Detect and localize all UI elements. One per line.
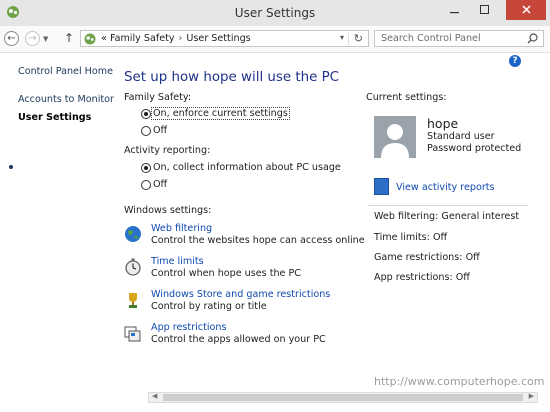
breadcrumb-separator: ›: [178, 33, 183, 44]
sidebar-item-control-panel-home[interactable]: Control Panel Home: [18, 66, 113, 77]
close-button[interactable]: [506, 0, 546, 20]
family-safety-off-radio[interactable]: [141, 126, 151, 136]
user-password-status: Password protected: [427, 143, 522, 154]
summary-web-filtering: Web filtering: General interest: [374, 211, 519, 222]
forward-button[interactable]: →: [25, 31, 40, 46]
view-activity-reports-link[interactable]: View activity reports: [396, 182, 495, 193]
sidebar-item-accounts-to-monitor[interactable]: Accounts to Monitor: [18, 94, 114, 105]
search-placeholder: Search Control Panel: [381, 33, 481, 44]
breadcrumb-user-settings[interactable]: User Settings: [186, 33, 250, 44]
search-icon[interactable]: [527, 33, 538, 44]
user-account-type: Standard user: [427, 131, 495, 142]
current-page-bullet: [9, 165, 13, 169]
summary-time-limits-label: Time limits:: [374, 232, 430, 243]
title-bar: User Settings: [0, 0, 550, 27]
summary-game-restrictions-value: Off: [465, 252, 480, 263]
summary-time-limits: Time limits: Off: [374, 232, 447, 243]
user-avatar: [374, 116, 416, 158]
help-icon[interactable]: ?: [509, 55, 521, 67]
store-game-restrictions-description: Control by rating or title: [151, 301, 267, 312]
trophy-icon: [129, 293, 137, 308]
scrollbar-thumb[interactable]: [163, 394, 523, 401]
summary-app-restrictions-label: App restrictions:: [374, 272, 453, 283]
user-name: hope: [427, 116, 459, 131]
refresh-button[interactable]: ↻: [354, 32, 363, 45]
family-safety-on-label[interactable]: On, enforce current settings: [151, 107, 290, 120]
app-restrictions-description: Control the apps allowed on your PC: [151, 334, 326, 345]
family-safety-on-radio[interactable]: [141, 109, 151, 119]
horizontal-scrollbar[interactable]: ◀ ▶: [148, 392, 538, 403]
sidebar: Control Panel Home Accounts to Monitor U…: [0, 53, 118, 393]
recent-locations-dropdown-icon[interactable]: ▼: [43, 35, 48, 43]
up-button[interactable]: ↑: [64, 31, 74, 45]
web-filtering-description: Control the websites hope can access onl…: [151, 235, 365, 246]
stopwatch-icon: [125, 258, 141, 276]
summary-game-restrictions-label: Game restrictions:: [374, 252, 463, 263]
watermark: http://www.computerhope.com: [374, 375, 545, 388]
settings-divider: [368, 205, 528, 206]
windows-settings-label: Windows settings:: [124, 205, 212, 216]
store-game-restrictions-link[interactable]: Windows Store and game restrictions: [151, 289, 330, 300]
activity-reporting-on-radio[interactable]: [141, 163, 151, 173]
family-safety-off-label[interactable]: Off: [153, 125, 167, 136]
time-limits-description: Control when hope uses the PC: [151, 268, 301, 279]
activity-reporting-on-label[interactable]: On, collect information about PC usage: [153, 162, 341, 173]
close-icon: [521, 5, 531, 14]
time-limits-link[interactable]: Time limits: [151, 256, 204, 267]
summary-game-restrictions: Game restrictions: Off: [374, 252, 480, 263]
scroll-left-icon[interactable]: ◀: [152, 392, 157, 400]
summary-time-limits-value: Off: [432, 232, 448, 243]
globe-icon: [125, 226, 141, 242]
page-title: Set up how hope will use the PC: [124, 70, 340, 85]
forward-arrow-icon: →: [28, 33, 37, 44]
activity-reporting-off-label[interactable]: Off: [153, 179, 167, 190]
family-safety-icon: [84, 33, 96, 45]
address-bar[interactable]: « Family Safety › User Settings ▾ ↻: [80, 30, 369, 47]
summary-web-filtering-label: Web filtering:: [374, 211, 439, 222]
activity-reporting-off-radio[interactable]: [141, 180, 151, 190]
maximize-button[interactable]: [471, 0, 497, 20]
back-button[interactable]: ←: [4, 31, 19, 46]
search-input[interactable]: Search Control Panel: [374, 30, 544, 47]
summary-app-restrictions: App restrictions: Off: [374, 272, 470, 283]
address-dropdown-icon[interactable]: ▾: [340, 33, 344, 42]
window-title: User Settings: [234, 6, 316, 20]
app-restrictions-link[interactable]: App restrictions: [151, 322, 226, 333]
back-arrow-icon: ←: [7, 33, 16, 44]
maximize-icon: [479, 5, 489, 14]
sidebar-item-user-settings[interactable]: User Settings: [18, 112, 91, 123]
activity-reporting-label: Activity reporting:: [124, 145, 211, 156]
summary-web-filtering-value: General interest: [441, 211, 520, 222]
current-settings-label: Current settings:: [366, 92, 447, 103]
minimize-icon: [449, 12, 459, 14]
web-filtering-link[interactable]: Web filtering: [151, 223, 212, 234]
breadcrumb-family-safety[interactable]: Family Safety: [110, 33, 175, 44]
breadcrumb: « Family Safety › User Settings: [101, 33, 251, 44]
activity-report-icon: [374, 178, 389, 195]
summary-app-restrictions-value: Off: [455, 272, 470, 283]
apps-icon: [124, 326, 141, 342]
breadcrumb-overflow[interactable]: «: [101, 33, 107, 44]
family-safety-label: Family Safety:: [124, 92, 192, 103]
minimize-button[interactable]: [441, 0, 467, 20]
user-silhouette-icon: [381, 124, 409, 158]
scroll-right-icon[interactable]: ▶: [529, 392, 534, 400]
navigation-bar: ← → ▼ ↑ « Family Safety › User Settings ▾ …: [0, 26, 550, 53]
address-divider: [348, 33, 349, 45]
